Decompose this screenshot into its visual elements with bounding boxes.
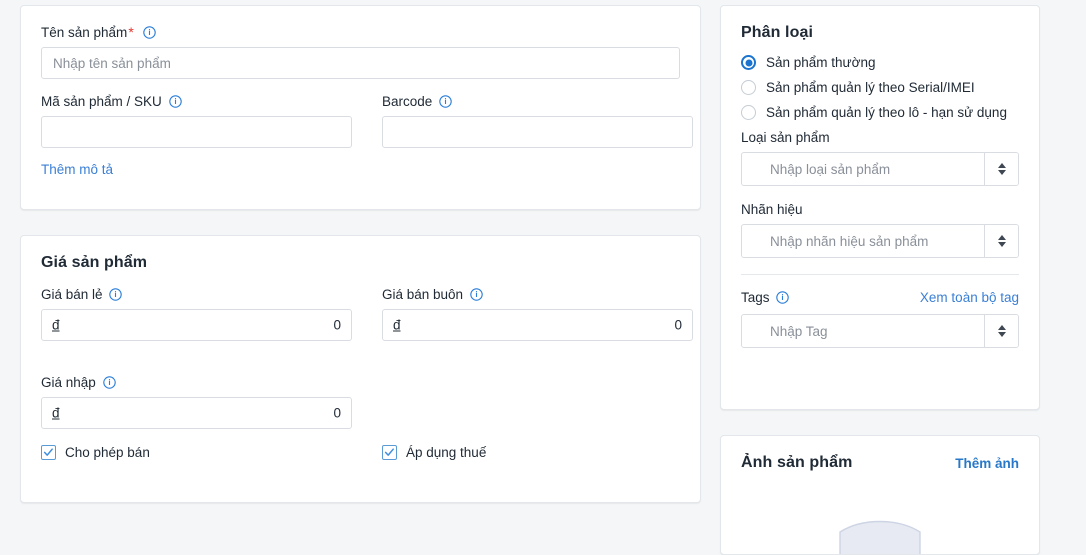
- import-price-field: Giá nhập đ 0: [41, 374, 352, 429]
- sku-label: Mã sản phẩm / SKU: [41, 93, 352, 110]
- sku-label-text: Mã sản phẩm / SKU: [41, 94, 162, 109]
- tags-label-text: Tags: [741, 290, 770, 305]
- info-icon[interactable]: [470, 288, 483, 301]
- sku-barcode-row: Mã sản phẩm / SKU Barcode: [41, 93, 693, 148]
- barcode-field: Barcode: [382, 93, 693, 148]
- sku-field: Mã sản phẩm / SKU: [41, 93, 352, 148]
- info-icon[interactable]: [168, 95, 182, 108]
- barcode-label-text: Barcode: [382, 94, 433, 109]
- radio-option-label: Sản phẩm quản lý theo Serial/IMEI: [766, 80, 975, 95]
- tags-select[interactable]: [741, 314, 1019, 348]
- product-name-label-text: Tên sản phẩm: [41, 25, 128, 40]
- product-images-card: Ảnh sản phẩm Thêm ảnh: [720, 435, 1040, 555]
- radio-unselected-icon[interactable]: [741, 105, 756, 120]
- retail-price-input[interactable]: [41, 309, 352, 341]
- product-create-page: Tên sản phẩm* Mã sản phẩm / SKU: [0, 0, 1086, 555]
- import-price-input[interactable]: [41, 397, 352, 429]
- classification-radio-group: Sản phẩm thường Sản phẩm quản lý theo Se…: [741, 54, 1019, 121]
- radio-option-lot-expiry[interactable]: Sản phẩm quản lý theo lô - hạn sử dụng: [741, 104, 1019, 121]
- required-asterisk: *: [128, 24, 134, 40]
- product-images-header: Ảnh sản phẩm Thêm ảnh: [741, 454, 1019, 472]
- classification-card-title: Phân loại: [741, 24, 814, 41]
- price-card: Giá sản phẩm Giá bán lẻ đ 0 Giá bán buôn…: [20, 235, 701, 503]
- radio-option-label: Sản phẩm thường: [766, 55, 876, 70]
- wholesale-price-field: Giá bán buôn đ 0: [382, 286, 693, 341]
- section-divider: [741, 274, 1019, 275]
- chevron-updown-icon[interactable]: [984, 315, 1018, 347]
- wholesale-price-input[interactable]: [382, 309, 693, 341]
- allow-sell-checkbox-item[interactable]: Cho phép bán: [41, 445, 382, 460]
- wholesale-price-label: Giá bán buôn: [382, 286, 693, 303]
- sku-input[interactable]: [41, 116, 352, 148]
- product-type-field: Loại sản phẩm: [741, 129, 1019, 186]
- tags-label: Tags: [741, 289, 790, 306]
- add-description-link[interactable]: Thêm mô tả: [41, 162, 113, 177]
- allow-sell-label: Cho phép bán: [65, 445, 150, 460]
- brand-field: Nhãn hiệu: [741, 201, 1019, 258]
- barcode-label: Barcode: [382, 93, 693, 110]
- add-image-link[interactable]: Thêm ảnh: [955, 456, 1019, 471]
- retail-price-label: Giá bán lẻ: [41, 286, 352, 303]
- wholesale-price-input-wrap: đ 0: [382, 309, 693, 341]
- retail-price-input-wrap: đ 0: [41, 309, 352, 341]
- product-info-card: Tên sản phẩm* Mã sản phẩm / SKU: [20, 5, 701, 210]
- radio-option-normal[interactable]: Sản phẩm thường: [741, 54, 1019, 71]
- chevron-updown-icon[interactable]: [984, 225, 1018, 257]
- product-name-input[interactable]: [41, 47, 680, 79]
- price-row-2-spacer: [382, 374, 693, 429]
- price-row-2: Giá nhập đ 0: [41, 374, 680, 429]
- view-all-tags-link[interactable]: Xem toàn bộ tag: [920, 290, 1019, 305]
- checkbox-checked-icon[interactable]: [382, 445, 397, 460]
- price-options-row: Cho phép bán Áp dụng thuế: [41, 445, 680, 460]
- right-column: Phân loại Sản phẩm thường Sản phẩm quản …: [720, 5, 1040, 555]
- checkbox-checked-icon[interactable]: [41, 445, 56, 460]
- info-icon[interactable]: [102, 376, 116, 389]
- left-column: Tên sản phẩm* Mã sản phẩm / SKU: [20, 5, 701, 503]
- apply-tax-label: Áp dụng thuế: [406, 445, 487, 460]
- brand-select[interactable]: [741, 224, 1019, 258]
- info-icon[interactable]: [776, 291, 790, 304]
- classification-card: Phân loại Sản phẩm thường Sản phẩm quản …: [720, 5, 1040, 410]
- import-price-label-text: Giá nhập: [41, 375, 96, 390]
- product-name-field: Tên sản phẩm*: [41, 24, 680, 79]
- image-placeholder-illustration: [810, 498, 950, 554]
- price-row-1: Giá bán lẻ đ 0 Giá bán buôn đ 0: [41, 286, 693, 341]
- retail-price-field: Giá bán lẻ đ 0: [41, 286, 352, 341]
- retail-price-label-text: Giá bán lẻ: [41, 287, 103, 302]
- info-icon[interactable]: [109, 288, 123, 301]
- radio-unselected-icon[interactable]: [741, 80, 756, 95]
- info-icon[interactable]: [439, 95, 452, 108]
- info-icon[interactable]: [142, 26, 156, 39]
- price-card-title: Giá sản phẩm: [41, 254, 148, 271]
- product-images-title: Ảnh sản phẩm: [741, 454, 853, 471]
- product-type-label: Loại sản phẩm: [741, 130, 830, 145]
- tags-field: Tags Xem toàn bộ tag: [741, 289, 1019, 348]
- apply-tax-checkbox-item[interactable]: Áp dụng thuế: [382, 445, 486, 460]
- product-name-label: Tên sản phẩm*: [41, 24, 680, 41]
- radio-option-serial-imei[interactable]: Sản phẩm quản lý theo Serial/IMEI: [741, 79, 1019, 96]
- wholesale-price-label-text: Giá bán buôn: [382, 287, 464, 302]
- import-price-input-wrap: đ 0: [41, 397, 352, 429]
- brand-label: Nhãn hiệu: [741, 202, 803, 217]
- brand-input[interactable]: [742, 225, 984, 257]
- tags-input[interactable]: [742, 315, 984, 347]
- barcode-input[interactable]: [382, 116, 693, 148]
- chevron-updown-icon[interactable]: [984, 153, 1018, 185]
- product-type-input[interactable]: [742, 153, 984, 185]
- product-type-select[interactable]: [741, 152, 1019, 186]
- radio-option-label: Sản phẩm quản lý theo lô - hạn sử dụng: [766, 105, 1007, 120]
- radio-selected-icon[interactable]: [741, 55, 756, 70]
- import-price-label: Giá nhập: [41, 374, 352, 391]
- tags-header: Tags Xem toàn bộ tag: [741, 289, 1019, 306]
